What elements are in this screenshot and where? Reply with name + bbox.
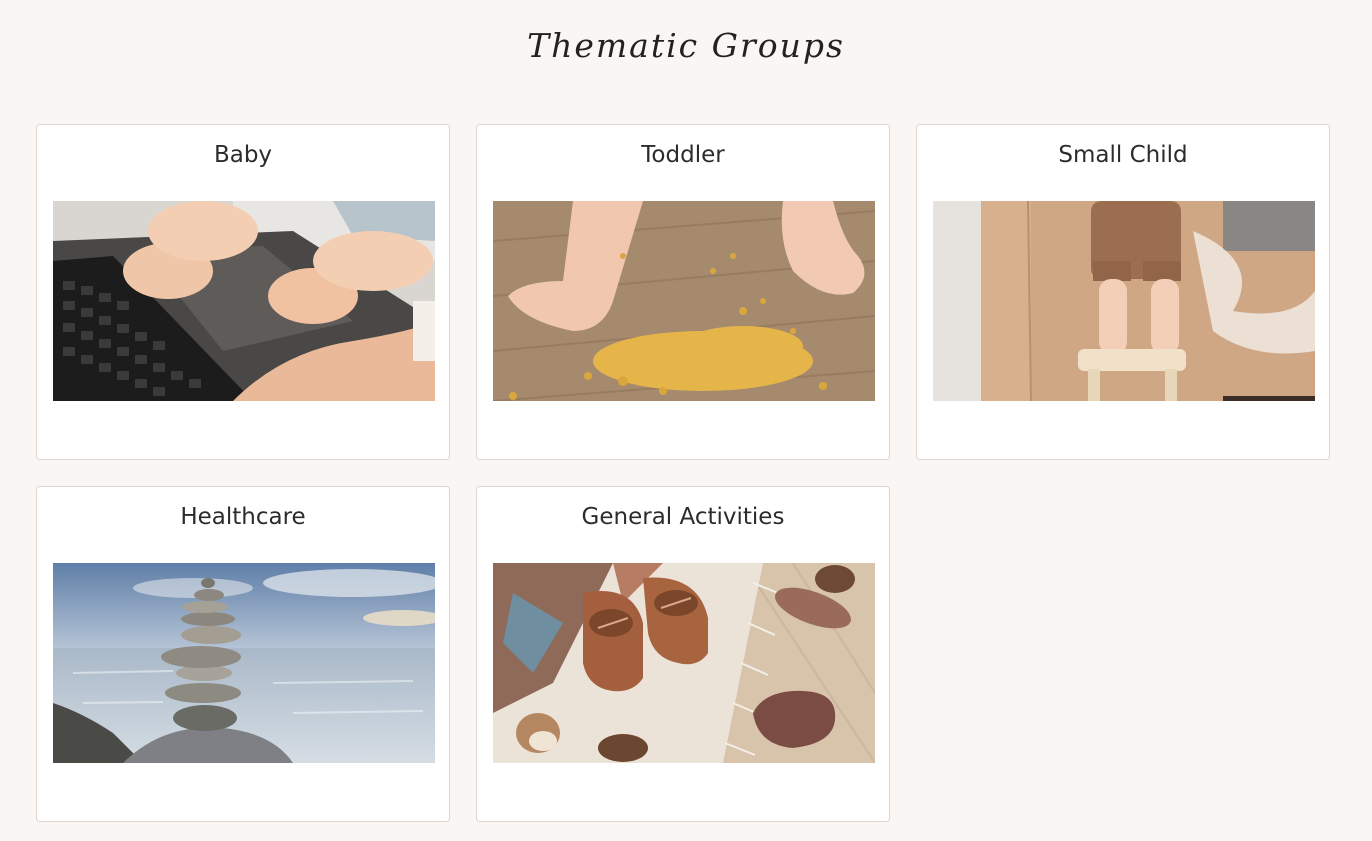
card-title: General Activities — [581, 504, 785, 530]
group-card-healthcare[interactable]: Healthcare — [36, 486, 450, 822]
group-card-general-activities[interactable]: General Activities — [476, 486, 890, 822]
card-title: Baby — [213, 142, 273, 168]
card-title: Toddler — [641, 142, 725, 168]
general-activities-image[interactable] — [493, 563, 875, 763]
group-card-toddler[interactable]: Toddler — [476, 124, 890, 460]
group-card-small-child[interactable]: Small Child — [916, 124, 1330, 460]
toddler-image[interactable] — [493, 201, 875, 401]
healthcare-image[interactable] — [53, 563, 435, 763]
card-title: Small Child — [1058, 142, 1188, 168]
group-card-baby[interactable]: Baby — [36, 124, 450, 460]
page-title: Thematic Groups — [527, 26, 845, 65]
card-title: Healthcare — [180, 504, 306, 530]
baby-image[interactable] — [53, 201, 435, 401]
small-child-image[interactable] — [933, 201, 1315, 401]
